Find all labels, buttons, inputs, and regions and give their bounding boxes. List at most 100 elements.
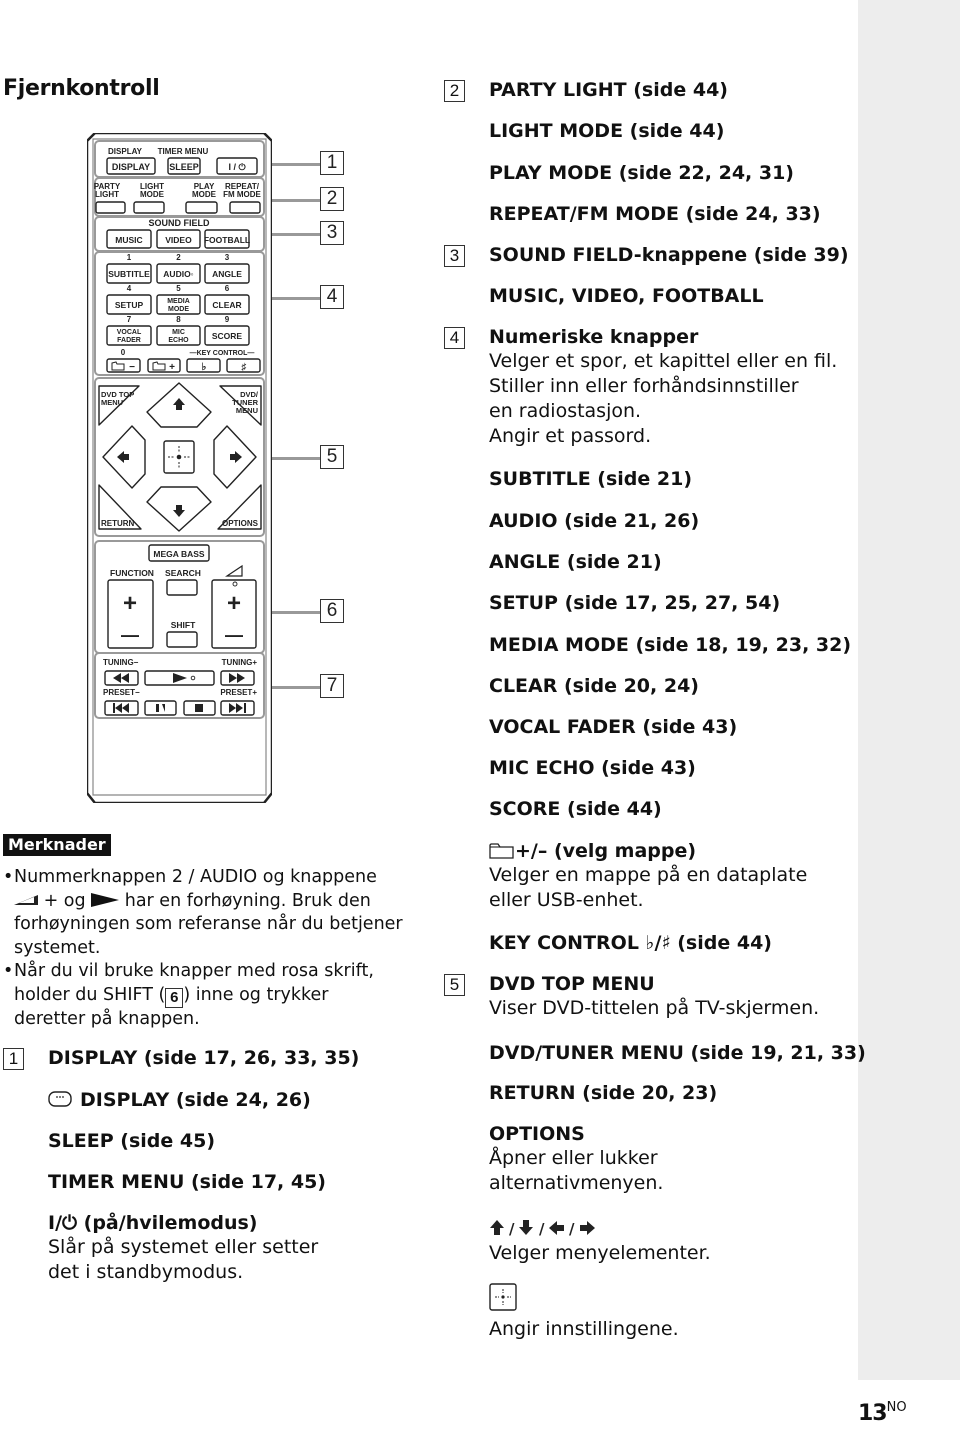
callout-3: 3 (320, 221, 344, 245)
note-text: + og (38, 890, 92, 911)
dvd-top-menu-label: MENU (101, 398, 123, 407)
margin-strip (858, 0, 960, 1380)
page-number: 13NO (858, 1400, 907, 1426)
numpad-label: MODE (168, 306, 189, 313)
dvd-tuner-menu-label: MENU (236, 406, 258, 415)
key-sharp-label: ♯ (242, 362, 247, 373)
numpad-number: 2 (176, 253, 181, 262)
entry-light-mode: LIGHT MODE (side 44) (489, 120, 725, 142)
entry-return: RETURN (side 20, 23) (489, 1082, 718, 1104)
key-control-label: —KEY CONTROL— (190, 350, 255, 357)
folder-plus-label: + (169, 362, 175, 373)
entry-timer-menu: TIMER MENU (side 17, 45) (48, 1171, 326, 1193)
display-small-label: DISPLAY (108, 147, 143, 156)
entry-media-mode: MEDIA MODE (side 18, 19, 23, 32) (489, 634, 852, 656)
entry-display: DISPLAY (side 17, 26, 33, 35) (48, 1047, 360, 1069)
stop-icon (195, 704, 203, 712)
arrow-keys-icon: / / / (490, 1220, 595, 1238)
callout-1: 1 (320, 151, 344, 175)
svg-text:/: / (509, 1220, 515, 1238)
entry-options: OPTIONS Åpner eller lukker alternativmeny… (489, 1123, 664, 1194)
party-light-button[interactable] (95, 201, 126, 214)
entry-enter: Angir innstillingene. (489, 1283, 679, 1342)
volume-minus-label: — (225, 625, 243, 645)
preset-minus-label: PRESET− (103, 688, 140, 697)
shift-button[interactable] (166, 631, 198, 648)
tuning-plus-label: TUNING+ (222, 658, 258, 667)
return-label: RETURN (101, 519, 135, 528)
section-number: 1 (3, 1048, 24, 1070)
play-mode-button-label: MODE (192, 190, 217, 199)
numpad-label: SCORE (212, 331, 243, 341)
sound-field-label: VIDEO (165, 235, 192, 245)
callout-leader (272, 297, 320, 300)
callout-leader (272, 233, 320, 236)
entry-key-control: KEY CONTROL ♭/♯ (side 44) (489, 932, 772, 954)
remote-diagram: DISPLAY TIMER MENU DISPLAY SLEEP I / ⏻ PARTY L… (85, 131, 274, 805)
note-item: Nummerknappen 2 / AUDIO og knappene + og… (3, 866, 403, 960)
enter-button-icon (489, 1283, 517, 1311)
entry-audio: AUDIO (side 21, 26) (489, 510, 700, 532)
folder-minus-label: − (129, 362, 135, 373)
entry-folder: +/– (velg mappe) Velger en mappe på en d… (489, 840, 808, 911)
page-title: Fjernkontroll (3, 76, 160, 101)
numpad-number: 8 (176, 315, 181, 324)
tuning-minus-label: TUNING− (103, 658, 139, 667)
numpad-label: FADER (117, 337, 141, 344)
numpad-label: SETUP (115, 300, 144, 310)
numpad-label: SUBTITLE (108, 269, 150, 279)
repeat-fm-mode-button-label: FM MODE (223, 190, 261, 199)
search-button[interactable] (166, 579, 198, 596)
callout-leader (272, 199, 320, 202)
note-item: Når du vil bruke knapper med rosa skrift… (3, 960, 403, 1031)
entry-sound-field-buttons: MUSIC, VIDEO, FOOTBALL (489, 285, 764, 307)
numpad-number: 3 (225, 253, 230, 262)
entry-clear: CLEAR (side 20, 24) (489, 675, 699, 697)
numpad-label: MIC (172, 329, 185, 336)
entry-subtitle: SUBTITLE (side 21) (489, 468, 693, 490)
callout-leader (272, 686, 320, 689)
numpad-label: VOCAL (117, 329, 142, 336)
callout-leader (272, 611, 320, 614)
entry-setup: SETUP (side 17, 25, 27, 54) (489, 592, 781, 614)
callout-6: 6 (320, 599, 344, 623)
entry-mic-echo: MIC ECHO (side 43) (489, 757, 696, 779)
callout-2: 2 (320, 187, 344, 211)
mega-bass-label: MEGA BASS (153, 549, 204, 559)
options-label: OPTIONS (222, 519, 259, 528)
svg-text:/: / (569, 1220, 575, 1238)
numpad-number: 9 (225, 315, 230, 324)
notes-list: Nummerknappen 2 / AUDIO og knappene + og… (3, 866, 403, 1031)
display-button-label: DISPLAY (112, 162, 150, 172)
entry-dvd-top-menu: DVD TOP MENU Viser DVD-tittelen på TV-sk… (489, 973, 820, 1019)
power-button-label: I / ⏻ (228, 162, 246, 172)
entry-arrows: / / / Velger menyelementer. (489, 1220, 711, 1264)
repeat-fm-mode-button[interactable] (229, 201, 261, 214)
entry-vocal-fader: VOCAL FADER (side 43) (489, 716, 738, 738)
entry-numeric-buttons: Numeriske knapper Velger et spor, et kap… (489, 326, 838, 447)
entry-angle: ANGLE (side 21) (489, 551, 662, 573)
numpad-number: 1 (127, 253, 132, 262)
zero-label: 0 (121, 348, 126, 357)
numpad-number: 5 (176, 284, 181, 293)
party-light-button-label: LIGHT (95, 190, 119, 199)
callout-7: 7 (320, 674, 344, 698)
volume-icon (14, 894, 38, 905)
entry-dvd-tuner-menu: DVD/TUNER MENU (side 19, 21, 33) (489, 1042, 866, 1064)
sound-field-label: FOOTBALL (204, 235, 250, 245)
callout-4: 4 (320, 285, 344, 309)
play-icon (91, 892, 120, 907)
pause-button[interactable] (144, 700, 177, 716)
note-text: Nummerknappen 2 / AUDIO og knappene (14, 867, 377, 887)
light-mode-button[interactable] (133, 201, 165, 214)
numpad-label: CLEAR (212, 300, 241, 310)
volume-plus-label: + (227, 590, 241, 617)
numpad-label: ANGLE (212, 269, 242, 279)
numpad-number: 4 (127, 284, 132, 293)
entry-sleep: SLEEP (side 45) (48, 1130, 216, 1152)
numpad-number: 7 (127, 315, 132, 324)
shift-label: SHIFT (171, 620, 196, 630)
play-mode-button[interactable] (185, 201, 218, 214)
preset-plus-label: PRESET+ (220, 688, 257, 697)
section-number: 4 (444, 327, 465, 349)
